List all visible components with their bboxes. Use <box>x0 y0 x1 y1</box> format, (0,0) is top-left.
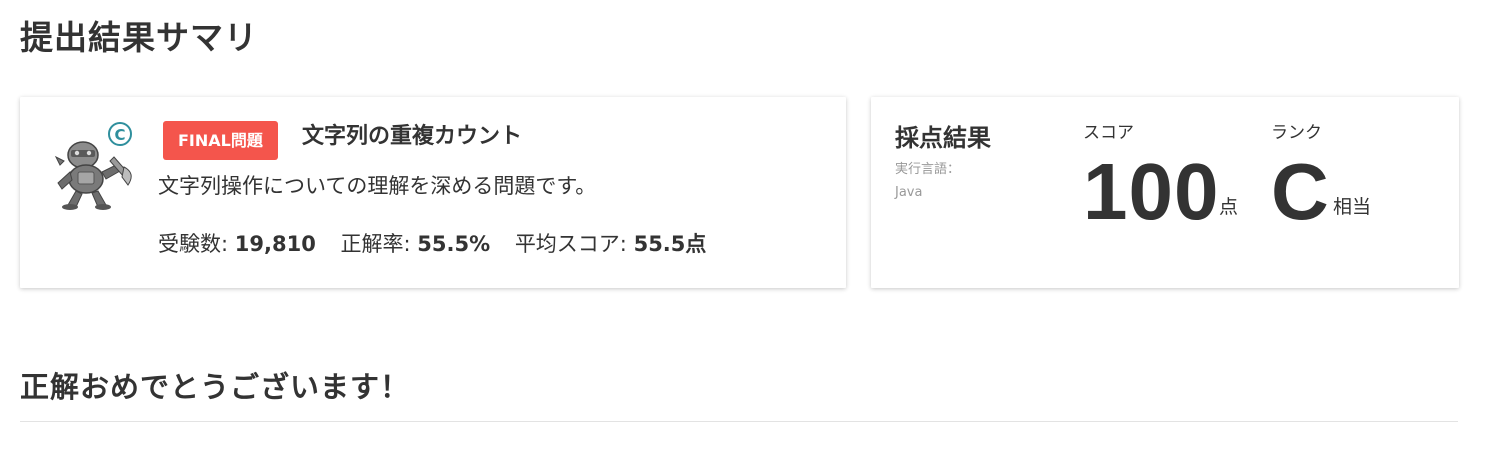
language-value: Java <box>895 185 923 200</box>
average-score-label: 平均スコア: <box>514 232 627 256</box>
language-label: 実行言語： <box>895 162 961 177</box>
accuracy-stat: 正解率: 55.5% <box>341 232 491 256</box>
problem-card: C FINAL問題 文字列の重複カウント 文字列操作についての理解を深める問題で… <box>20 97 846 288</box>
page-title: 提出結果サマリ <box>20 18 258 57</box>
average-score-stat: 平均スコア: 55.5点 <box>515 232 707 256</box>
grading-result-heading: 採点結果 <box>895 124 991 152</box>
examinees-stat: 受験数: 19,810 <box>158 232 316 256</box>
accuracy-label: 正解率: <box>340 232 411 256</box>
problem-description: 文字列操作についての理解を深める問題です。 <box>158 174 597 198</box>
average-score-value: 55.5点 <box>633 232 707 256</box>
rank-label: ランク <box>1271 123 1322 143</box>
divider <box>20 421 1458 422</box>
rank-value: C <box>1271 147 1330 236</box>
rank-unit: 相当 <box>1333 196 1372 218</box>
score-unit: 点 <box>1219 196 1239 218</box>
problem-stats: 受験数: 19,810 正解率: 55.5% 平均スコア: 55.5点 <box>158 228 706 260</box>
score-label: スコア <box>1083 123 1134 143</box>
congratulations-message: 正解おめでとうございます！ <box>20 370 411 404</box>
avatar-rank-letter: C <box>114 126 125 144</box>
robot-avatar-icon: C <box>54 122 132 210</box>
problem-title: 文字列の重複カウント <box>302 124 523 149</box>
final-problem-badge: FINAL問題 <box>163 121 278 160</box>
score-value: 100 <box>1083 147 1220 236</box>
accuracy-value: 55.5% <box>417 232 491 256</box>
submission-summary-page: 提出結果サマリ C FINAL問題 文字列の重複カウント 文字列操作についての理… <box>0 0 1489 460</box>
examinees-label: 受験数: <box>158 232 229 256</box>
examinees-value: 19,810 <box>234 232 316 256</box>
grading-result-card: 採点結果 実行言語： Java スコア 100 点 ランク C 相当 <box>871 97 1459 288</box>
